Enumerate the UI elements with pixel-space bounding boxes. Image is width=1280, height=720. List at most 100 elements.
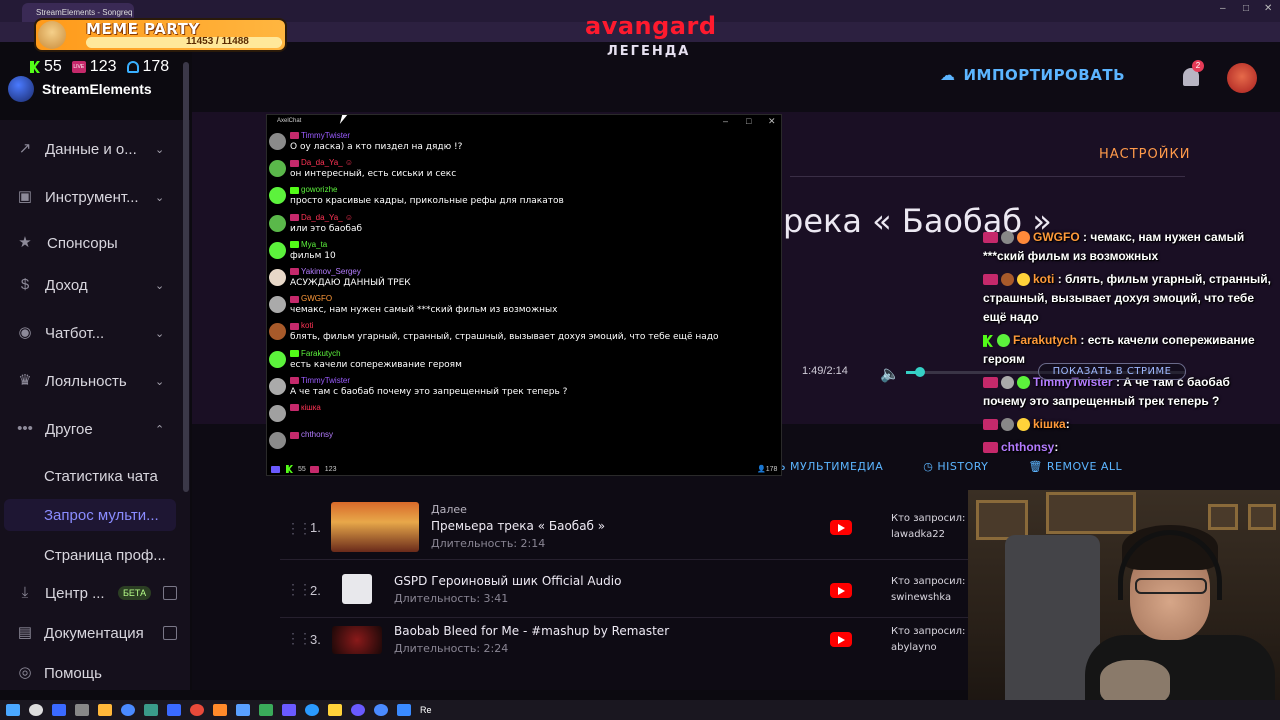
minimize-icon[interactable]: – <box>723 116 728 126</box>
user-avatar <box>269 405 286 422</box>
sidebar-item-revenue[interactable]: $ Доход ⌄ <box>0 270 190 300</box>
queue-row[interactable]: ⋮⋮ 2. GSPD Героиновый шик Official Audio… <box>280 563 970 618</box>
sidebar-item-chatbot[interactable]: ◉ Чатбот... ⌄ <box>0 318 190 348</box>
taskbar-app-icon[interactable] <box>52 704 66 716</box>
discord-icon[interactable] <box>351 704 365 716</box>
live-icon <box>290 404 299 412</box>
drag-handle-icon[interactable]: ⋮⋮ <box>286 581 312 598</box>
chat-text: фильм 10 <box>290 250 336 261</box>
maximize-icon[interactable]: □ <box>746 116 751 126</box>
taskbar-app-icon[interactable] <box>144 704 158 716</box>
volume-knob[interactable] <box>915 367 925 377</box>
chat-message: koti : блять, фильм угарный, странный, с… <box>983 272 1271 324</box>
taskbar-app-icon[interactable] <box>374 704 388 716</box>
sidebar-item-chat-stats[interactable]: Статистика чата <box>0 461 190 491</box>
axelchat-viewers: 👤178 <box>757 466 778 473</box>
axelchat-taskbar-icon[interactable] <box>282 704 296 716</box>
wall-painting <box>1046 492 1136 534</box>
sidebar-item-other[interactable]: ••• Другое ⌃ <box>0 414 190 444</box>
folder-icon[interactable] <box>98 704 112 716</box>
chat-username: koti <box>290 321 313 330</box>
chat-text: просто красивые кадры, прикольные рефы д… <box>290 196 564 207</box>
sidebar-item-data[interactable]: ↗ Данные и о... ⌄ <box>0 134 190 164</box>
queue-actions: ИТЬ МУЛЬТИМЕДИА ◷ HISTORY 🗑 REMOVE ALL <box>762 460 1122 473</box>
remove-all-button[interactable]: 🗑 REMOVE ALL <box>1028 460 1122 473</box>
taskbar-app-icon[interactable] <box>236 704 250 716</box>
chat-message: koti блять, фильм угарный, странный, стра… <box>267 321 777 347</box>
viewers-icon: 👤 <box>757 466 766 473</box>
settings-link[interactable]: НАСТРОЙКИ <box>1099 147 1190 162</box>
taskbar-app-icon[interactable] <box>190 704 204 716</box>
sidebar-item-tools[interactable]: ▣ Инструмент... ⌄ <box>0 182 190 212</box>
windows-start-icon[interactable] <box>6 704 20 716</box>
sidebar-item-docs[interactable]: ▤ Документация <box>0 618 190 648</box>
drag-handle-icon[interactable]: ⋮⋮ <box>286 520 312 537</box>
chat-text: О оу ласка) а кто пиздел на дядю !? <box>290 142 463 152</box>
sidebar-item-sponsors[interactable]: ★ Спонсоры <box>0 228 190 258</box>
import-button[interactable]: ☁ ИМПОРТИРОВАТЬ <box>940 66 1125 84</box>
chat-message: кішка <box>267 403 777 429</box>
chrome-icon[interactable] <box>121 704 135 716</box>
kick-icon <box>290 186 299 194</box>
chat-username: кішка <box>290 403 321 412</box>
legenda-label: ЛЕГЕНДА <box>607 44 691 59</box>
show-in-stream-button[interactable]: ПОКАЗАТЬ В СТРИМЕ <box>1038 363 1186 380</box>
maximize-icon[interactable]: □ <box>1243 3 1249 14</box>
meme-party-widget: MEME PARTY 11453 / 11488 <box>34 18 287 52</box>
close-icon[interactable]: ✕ <box>1264 3 1272 14</box>
live-icon: LIVE <box>71 61 86 73</box>
user-avatar <box>269 160 286 178</box>
taskbar-app-icon[interactable] <box>305 704 319 716</box>
minimize-icon[interactable]: – <box>1220 3 1226 14</box>
user-avatar <box>269 133 286 150</box>
axelchat-footer: 55 123 <box>271 465 336 473</box>
beta-badge: БЕТА <box>118 586 152 600</box>
brand[interactable]: StreamElements <box>8 76 152 102</box>
sidebar-item-center[interactable]: ⤓ Центр ... БЕТА <box>0 578 190 608</box>
live-icon <box>983 442 998 454</box>
queue-row[interactable]: ⋮⋮ 3. Baobab Bleed for Me - #mashup by R… <box>280 618 970 673</box>
taskbar-app-icon[interactable] <box>397 704 411 716</box>
chevron-down-icon: ⌄ <box>155 191 165 204</box>
live-icon <box>290 295 299 303</box>
chat-message: GWGFO чемакс, нам нужен самый ***ский фил… <box>267 294 777 320</box>
drag-handle-icon[interactable]: ⋮⋮ <box>286 630 312 647</box>
live-icon <box>983 274 998 286</box>
taskbar-app-icon[interactable] <box>75 704 89 716</box>
badge-icon <box>1001 273 1014 287</box>
user-avatar <box>269 187 286 205</box>
taskbar-app-icon[interactable] <box>328 704 342 716</box>
live-icon <box>290 132 299 140</box>
sidebar-item-help[interactable]: ◎ Помощь <box>0 658 190 688</box>
sidebar-item-media-request[interactable]: Запрос мульти... <box>44 507 174 524</box>
chat-message: kішка: <box>983 415 1273 434</box>
playback-time: 1:49/2:14 <box>802 365 848 377</box>
sidebar-scrollbar[interactable] <box>183 62 189 492</box>
chat-username: Da_da_Ya_ ☺ <box>290 213 353 222</box>
sidebar-item-loyalty[interactable]: ♛ Лояльность ⌄ <box>0 366 190 396</box>
chat-message: TimmyTwister А че там с баобаб почему это… <box>267 376 777 402</box>
queue-row[interactable]: ⋮⋮ 1. Далее Премьера трека « Баобаб » Дл… <box>280 500 970 560</box>
taskbar-app-icon[interactable] <box>259 704 273 716</box>
kick-icon <box>290 241 299 249</box>
requester: lawadka22 <box>891 529 946 540</box>
search-icon[interactable] <box>29 704 43 716</box>
kick-icon <box>30 61 40 73</box>
chevron-down-icon: ⌄ <box>155 279 165 292</box>
glasses <box>1135 578 1207 594</box>
vlc-icon[interactable] <box>213 704 227 716</box>
live-icon <box>290 159 299 167</box>
volume-icon[interactable]: 🔈 <box>880 364 900 384</box>
history-button[interactable]: ◷ HISTORY <box>923 460 988 473</box>
sidebar: ↗ Данные и о... ⌄ ▣ Инструмент... ⌄ ★ Спонсор… <box>0 120 190 690</box>
taskbar-re[interactable]: Re <box>420 705 432 715</box>
chat-text: АСУЖДАЮ ДАННЫЙ ТРЕК <box>290 278 411 288</box>
live-icon <box>983 232 998 244</box>
sidebar-item-profile-page[interactable]: Страница проф... <box>0 540 190 570</box>
avatar[interactable] <box>1227 63 1257 93</box>
chat-username: Yakimov_Sergey <box>290 267 361 276</box>
chat-message: chthonsy <box>267 430 777 456</box>
taskbar-app-icon[interactable] <box>167 704 181 716</box>
user-avatar <box>269 296 286 314</box>
close-icon[interactable]: ✕ <box>768 116 776 127</box>
